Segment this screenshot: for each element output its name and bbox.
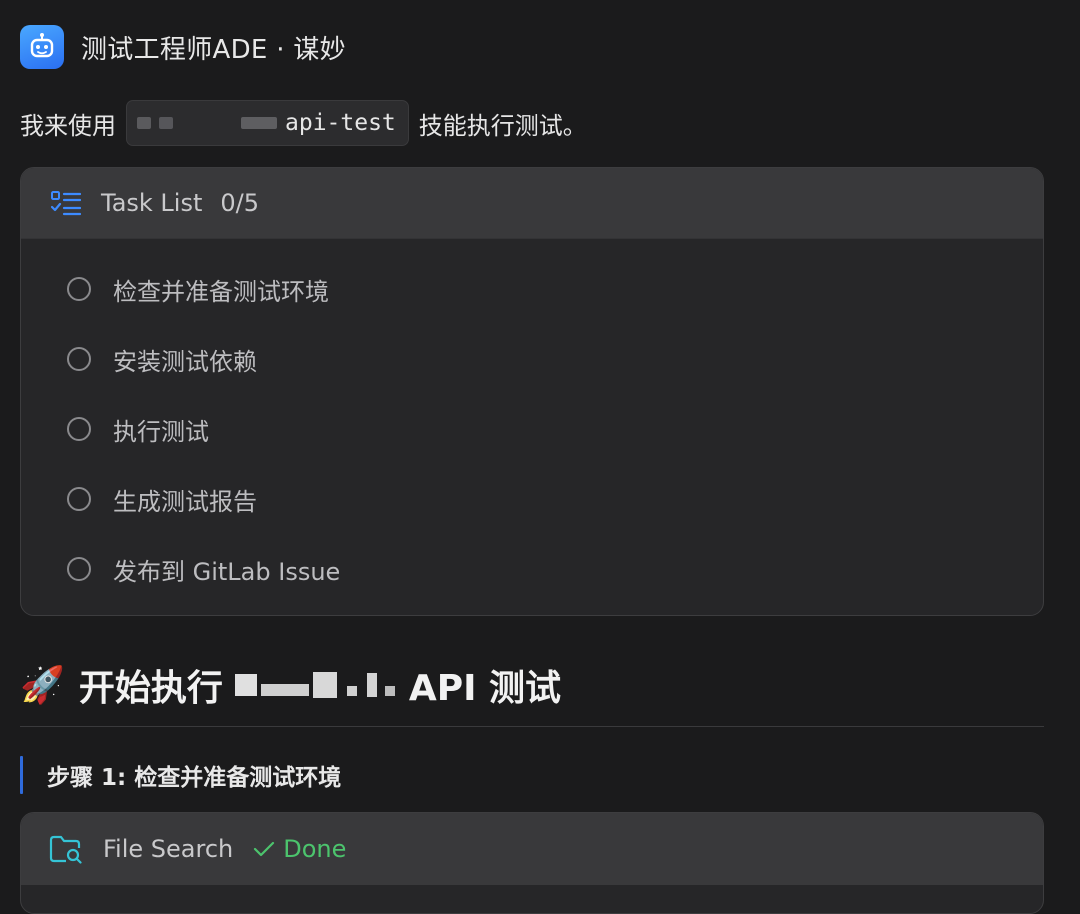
unchecked-circle-icon [67,557,91,581]
file-search-title: File Search [103,835,234,863]
intro-prefix: 我来使用 [20,111,116,140]
robot-icon [30,33,54,58]
task-label: 生成测试报告 [113,487,257,516]
step-heading: 步骤 1: 检查并准备测试环境 [20,756,341,794]
task-list-title: Task List [101,189,203,217]
task-list-header[interactable]: Task List 0/5 [21,168,1043,239]
redacted-block [312,672,337,698]
task-list-icon [51,191,81,216]
redacted-block [137,117,151,129]
task-item: 生成测试报告 [67,464,1043,534]
redacted-block [384,686,395,696]
message-header: 测试工程师ADE · 谋妙 [20,24,346,70]
redacted-block [241,117,277,129]
task-label: 安装测试依赖 [113,347,257,376]
task-item: 安装测试依赖 [67,324,1043,394]
unchecked-circle-icon [67,347,91,371]
task-item: 检查并准备测试环境 [67,254,1043,324]
task-label: 执行测试 [113,417,209,446]
unchecked-circle-icon [67,277,91,301]
checkmark-icon [254,841,275,857]
redacted-block [181,117,233,129]
step-label: 步骤 1: 检查并准备测试环境 [47,765,342,791]
task-item: 发布到 GitLab Issue [67,534,1043,604]
task-items: 检查并准备测试环境 安装测试依赖 执行测试 生成测试报告 发布到 GitLab … [21,239,1043,604]
skill-code-chip: api-test [126,100,409,146]
intro-message: 我来使用 api-test 技能执行测试。 [20,100,587,146]
redacted-block [234,674,257,696]
unchecked-circle-icon [67,487,91,511]
task-label: 发布到 GitLab Issue [113,557,341,586]
skill-code-text: api-test [285,110,396,136]
redacted-block [260,684,309,696]
task-item: 执行测试 [67,394,1043,464]
task-label: 检查并准备测试环境 [113,277,329,306]
redacted-block [366,673,377,697]
redacted-block [159,117,173,129]
step-accent-bar [20,756,23,794]
file-search-card: File Search Done [20,812,1044,914]
task-list-card: Task List 0/5 检查并准备测试环境 安装测试依赖 执行测试 生成测试… [20,167,1044,616]
redacted-heading-segment [234,672,395,698]
bot-avatar [20,25,64,69]
bot-name: 测试工程师ADE · 谋妙 [81,34,346,65]
section-divider [20,726,1044,727]
status-badge: Done [253,835,346,863]
redacted-block [346,686,357,696]
section-heading-prefix: 开始执行 [78,668,223,709]
status-text: Done [283,835,347,863]
section-heading-suffix: API 测试 [408,668,562,709]
section-heading: 🚀 开始执行 API 测试 [20,655,561,715]
task-list-count: 0/5 [220,189,260,217]
rocket-icon: 🚀 [20,665,65,706]
intro-suffix: 技能执行测试。 [418,111,587,140]
folder-search-icon [49,835,82,864]
file-search-header[interactable]: File Search Done [21,813,1043,885]
unchecked-circle-icon [67,417,91,441]
